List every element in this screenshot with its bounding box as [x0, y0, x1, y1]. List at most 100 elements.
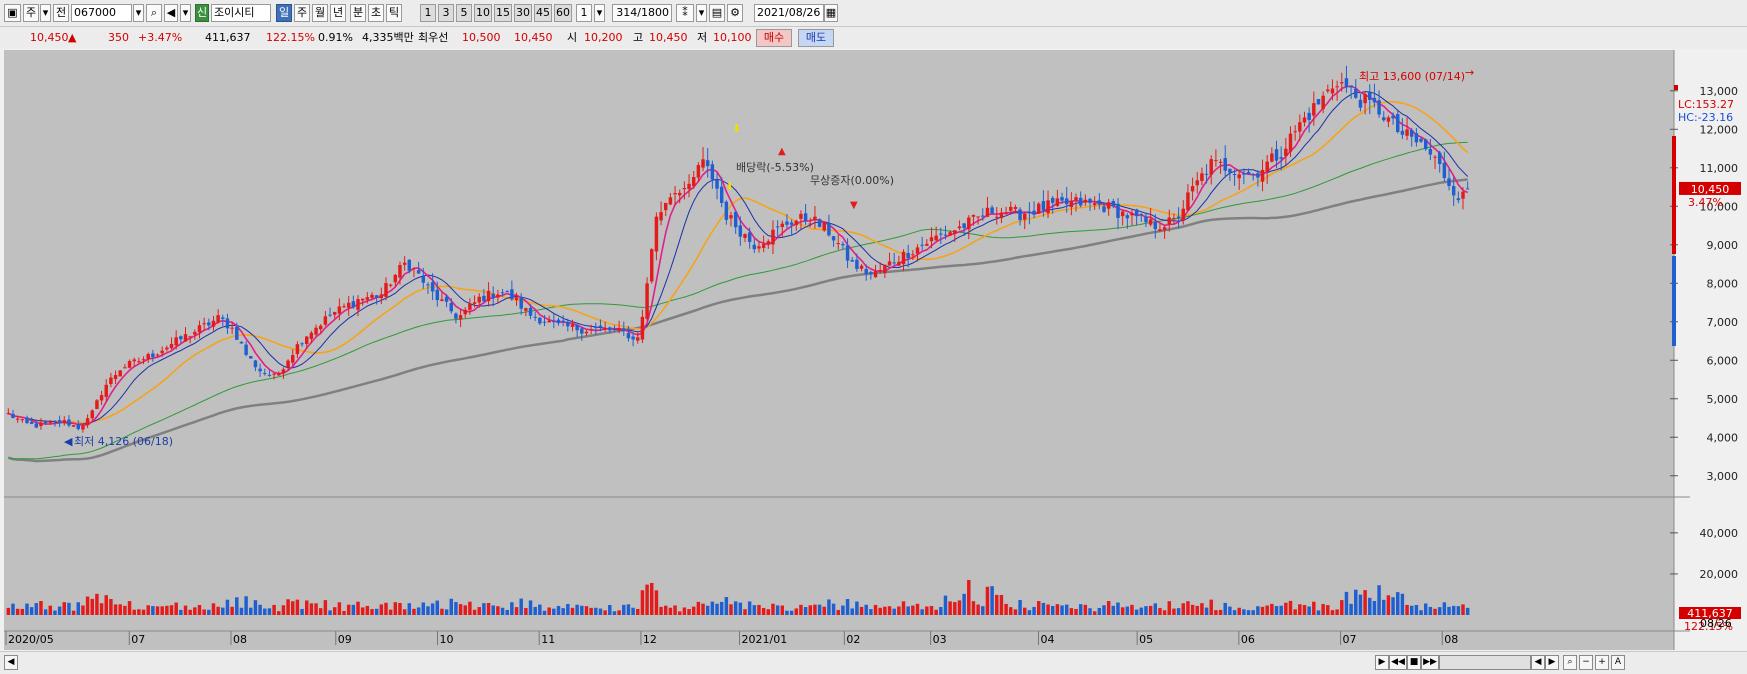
candle-body	[263, 373, 267, 375]
slider-left-icon[interactable]: ◀	[1531, 655, 1545, 670]
fast-forward-icon[interactable]: ▶▶	[1421, 655, 1439, 670]
candle-body	[235, 326, 239, 340]
candle-body	[1274, 149, 1279, 161]
candle-body	[1312, 103, 1316, 116]
stop-icon[interactable]: ■	[1407, 655, 1421, 670]
volume-bar	[1349, 603, 1353, 615]
date-input[interactable]: 2021/08/26	[754, 4, 824, 22]
unit-dropdown-icon[interactable]: ▾	[594, 4, 605, 22]
candle-body	[1419, 138, 1423, 142]
period-week[interactable]: 주	[294, 4, 310, 22]
minus-icon[interactable]: −	[1579, 655, 1593, 670]
candle-body	[1377, 100, 1381, 115]
save-icon[interactable]: ▤	[709, 4, 725, 22]
volume-bar	[1041, 602, 1046, 615]
price-tick-label: 5,000	[1707, 393, 1739, 406]
slider-right-icon[interactable]: ▶	[1545, 655, 1559, 670]
volume-bar	[1284, 602, 1288, 615]
volume-bar	[454, 602, 458, 615]
period-second[interactable]: 초	[368, 4, 384, 22]
minute-option-5[interactable]: 5	[456, 4, 472, 22]
sell-button[interactable]: 매도	[798, 29, 834, 47]
candle-body	[780, 223, 785, 227]
candle-body	[197, 325, 202, 333]
market-dropdown-icon[interactable]: ▾	[40, 4, 51, 22]
minute-option-3[interactable]: 3	[438, 4, 454, 22]
stock-chart[interactable]: 3,0004,0005,0006,0007,0008,0009,00010,00…	[0, 50, 1747, 650]
unit-input[interactable]: 1	[576, 4, 592, 22]
volume-bar	[1330, 610, 1335, 615]
candle-body	[1451, 186, 1456, 196]
candle-body	[1368, 92, 1372, 100]
volume-bar	[636, 608, 640, 615]
candle-body	[808, 223, 812, 225]
bonus-issue-annotation: 무상증자(0.00%)	[810, 174, 894, 187]
market-selector[interactable]: 주	[23, 4, 39, 22]
period-tick[interactable]: 틱	[386, 4, 402, 22]
period-month[interactable]: 월	[312, 4, 328, 22]
candle-body	[314, 327, 318, 335]
candle-body	[202, 323, 206, 325]
rewind-icon[interactable]: ◀◀	[1389, 655, 1407, 670]
speaker-icon[interactable]: ◀	[164, 4, 178, 22]
candle-body	[785, 221, 789, 225]
candle-body	[174, 337, 178, 346]
minute-option-45[interactable]: 45	[534, 4, 552, 22]
volume-bar	[971, 601, 976, 615]
period-day[interactable]: 일	[276, 4, 292, 22]
auto-scale-icon[interactable]: A	[1611, 655, 1625, 670]
zoom-icon[interactable]: ⌕	[1563, 655, 1577, 670]
candle-body	[803, 213, 808, 222]
code-dropdown-icon[interactable]: ▾	[133, 4, 144, 22]
buy-button[interactable]: 매수	[756, 29, 792, 47]
candle-body	[995, 216, 999, 218]
candle-body	[1004, 213, 1008, 215]
stock-code-input[interactable]: 067000	[71, 4, 132, 22]
calendar-icon[interactable]: ▦	[824, 4, 838, 22]
period-minute[interactable]: 분	[350, 4, 366, 22]
candle-body	[225, 318, 230, 329]
minute-option-15[interactable]: 15	[494, 4, 512, 22]
volume-bar	[1274, 606, 1279, 615]
volume-bar	[1307, 606, 1311, 615]
search-icon[interactable]: ⌕	[146, 4, 162, 22]
minute-option-1[interactable]: 1	[420, 4, 436, 22]
axis-background	[1674, 50, 1747, 650]
volume-bar	[81, 605, 85, 615]
zoom-slider[interactable]	[1439, 655, 1531, 670]
scroll-left-icon[interactable]: ◀	[4, 655, 18, 670]
candle-body	[146, 354, 150, 360]
tools-dropdown-icon[interactable]: ▾	[696, 4, 707, 22]
minute-option-10[interactable]: 10	[474, 4, 492, 22]
candle-body	[752, 244, 757, 250]
chart-tools-icon[interactable]: ⁑	[676, 4, 694, 22]
plus-icon[interactable]: +	[1595, 655, 1609, 670]
candle-body	[887, 261, 892, 266]
volume-bar	[1377, 585, 1381, 615]
volume-bar	[39, 601, 43, 615]
volume-bar	[1106, 601, 1111, 615]
period-year[interactable]: 년	[330, 4, 346, 22]
volume-bar	[1344, 591, 1349, 615]
candle-body	[747, 232, 752, 242]
scroll-right-icon[interactable]: ▶	[1375, 655, 1389, 670]
date-tick-label: 07	[131, 633, 145, 646]
data-count[interactable]: 314/1800	[612, 4, 672, 22]
candle-body	[430, 282, 435, 292]
candle-body	[640, 316, 645, 340]
window-icon[interactable]: ▣	[4, 4, 21, 22]
minute-option-30[interactable]: 30	[514, 4, 532, 22]
candle-body	[813, 216, 817, 221]
volume-bar	[155, 606, 160, 615]
prev-button[interactable]: 전	[53, 4, 69, 22]
candle-body	[1078, 197, 1083, 206]
speaker-dropdown-icon[interactable]: ▾	[180, 4, 191, 22]
gear-icon[interactable]: ⚙	[727, 4, 743, 22]
candle-body	[761, 243, 766, 248]
volume-bar	[981, 606, 985, 615]
volume-bar	[328, 610, 332, 615]
candle-body	[1116, 203, 1120, 218]
volume-bar	[1046, 604, 1050, 615]
minute-option-60[interactable]: 60	[554, 4, 572, 22]
dividend-marker-icon-2: ⬇	[725, 180, 734, 193]
